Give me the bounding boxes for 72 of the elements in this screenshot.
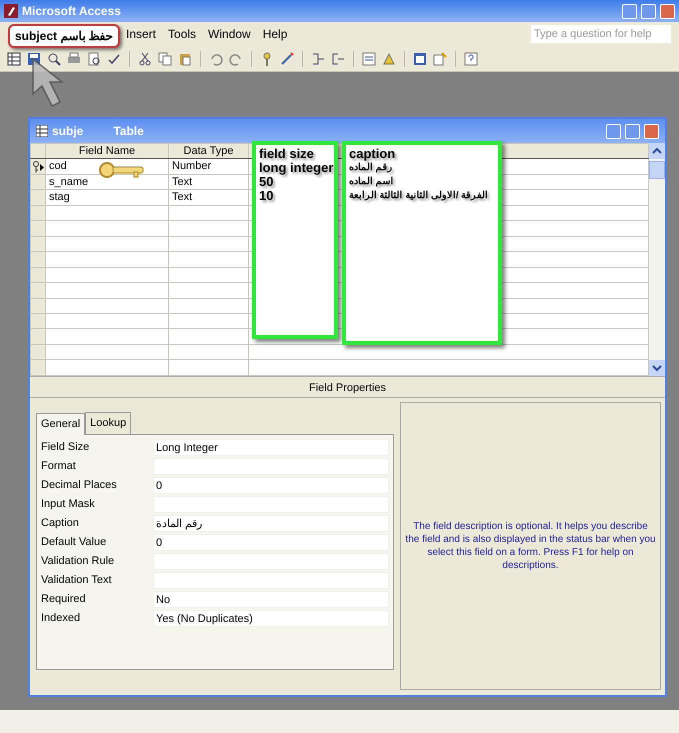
menu-item[interactable]: Insert — [120, 25, 162, 43]
property-label: Validation Text — [41, 572, 113, 588]
window-title: subje — [52, 123, 84, 140]
property-label: Validation Rule — [41, 554, 116, 569]
close-button[interactable] — [644, 124, 659, 138]
view-icon[interactable] — [6, 50, 22, 66]
property-field[interactable]: Long Integer — [153, 438, 389, 456]
help-icon[interactable] — [463, 50, 479, 66]
copy-icon[interactable] — [157, 50, 173, 66]
annotation-text: الفرقة /الاولى الثانية الثالثة الرابعة — [349, 189, 488, 203]
delete-rows-icon[interactable] — [330, 50, 346, 66]
annotation-text: 10 — [259, 189, 274, 203]
property-label: Required — [41, 592, 87, 607]
column-header[interactable]: Data Type — [168, 144, 248, 159]
table-cell: Text — [168, 174, 248, 190]
tab[interactable]: Lookup — [85, 412, 132, 434]
annotation-text: field size — [259, 147, 314, 161]
annotation-text: long integer — [259, 161, 334, 175]
help-search-field[interactable]: Type a question for help — [531, 25, 671, 43]
access-key-icon[interactable] — [4, 4, 18, 18]
window-title: Table — [113, 123, 144, 140]
close-button[interactable] — [660, 4, 675, 18]
annotation-text: رقم الماده — [349, 161, 393, 175]
callout-label: حفظ باسم subject — [8, 24, 120, 48]
help-text: The field description is optional. It helps you describe the field and is also displayed in the status bar when you select this field on a form. Press F1 for help on descriptions. — [404, 520, 657, 572]
column-header — [30, 144, 46, 159]
scroll-down-icon[interactable] — [649, 360, 665, 376]
window-title: Microsoft Access — [22, 3, 121, 20]
property-label: Field Size — [41, 440, 90, 455]
property-field[interactable]: 0 — [153, 476, 389, 494]
property-field[interactable]: 0 — [153, 534, 389, 550]
properties-icon[interactable] — [361, 50, 377, 66]
annotation-text: 50 — [259, 175, 274, 189]
maximize-button[interactable] — [625, 124, 640, 138]
menu-item[interactable]: Tools — [162, 25, 202, 43]
table-cell: stag — [46, 190, 168, 206]
scroll-up-icon[interactable] — [649, 143, 665, 159]
preview-icon[interactable] — [86, 50, 102, 66]
table-cell: Text — [168, 190, 248, 206]
column-header[interactable]: Field Name — [46, 144, 168, 159]
new-object-icon[interactable] — [432, 50, 448, 66]
cut-icon[interactable] — [137, 50, 153, 66]
property-label: Indexed — [41, 610, 82, 626]
property-label: Format — [41, 458, 77, 474]
property-field[interactable]: رقم المادة — [153, 514, 389, 532]
scrollbar[interactable] — [649, 143, 665, 376]
property-label: Default Value — [41, 534, 108, 550]
insert-rows-icon[interactable] — [310, 50, 326, 66]
property-label: Caption — [41, 516, 80, 531]
minimize-button[interactable] — [606, 124, 621, 138]
tab[interactable]: General — [36, 413, 86, 434]
cursor-arrow-icon — [30, 56, 64, 108]
restore-button[interactable] — [641, 4, 656, 18]
property-field[interactable]: Yes (No Duplicates) — [153, 610, 389, 626]
table-icon — [36, 125, 48, 137]
scroll-thumb[interactable] — [649, 161, 665, 179]
annotation-text: caption — [349, 147, 396, 161]
key-icon — [98, 160, 146, 180]
section-title: Field Properties — [30, 376, 665, 398]
builder-icon[interactable] — [279, 50, 295, 66]
property-label: Decimal Places — [41, 478, 118, 493]
minimize-button[interactable] — [622, 4, 637, 18]
search-icon[interactable] — [46, 50, 62, 66]
property-field[interactable]: No — [153, 590, 389, 608]
menu-item[interactable]: Help — [256, 25, 294, 43]
table-cell: Number — [168, 158, 248, 174]
row-selector[interactable] — [30, 158, 46, 174]
database-window-icon[interactable] — [412, 50, 428, 66]
indexes-icon[interactable] — [381, 50, 397, 66]
annotation-text: اسم الماده — [349, 175, 394, 189]
menu-item[interactable]: Window — [202, 25, 257, 43]
property-label: Input Mask — [41, 496, 96, 512]
